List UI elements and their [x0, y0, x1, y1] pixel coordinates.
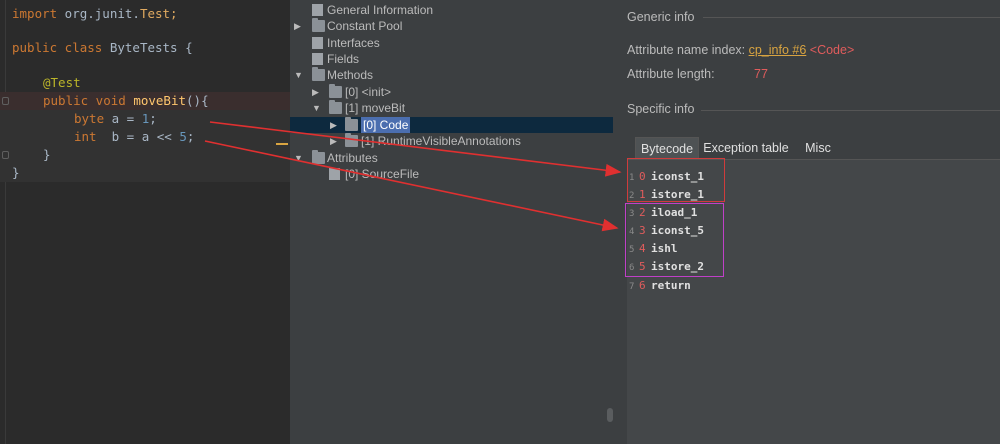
code-line-byte[interactable]: byte a = 1; [74, 110, 157, 128]
annotation-box-red [627, 158, 725, 202]
keyword: byte [74, 111, 105, 126]
specific-info-title: Specific info [627, 102, 695, 116]
collapse-arrow-icon[interactable]: ▼ [294, 150, 304, 166]
package-name: org.junit. [57, 6, 140, 21]
code-line-method[interactable]: public void moveBit(){ [43, 92, 209, 110]
number-literal: 5 [179, 129, 187, 144]
code-line-int[interactable]: int b = a << 5; [74, 128, 194, 146]
code-text: a = [104, 111, 142, 126]
folder-icon [329, 100, 342, 114]
folder-icon [345, 117, 358, 131]
attribute-name-ref: <Code> [809, 43, 855, 57]
method-parens: (){ [186, 93, 209, 108]
expand-arrow-icon[interactable]: ▶ [330, 117, 340, 133]
fold-marker-icon[interactable] [2, 151, 9, 159]
code-line-annotation[interactable]: @Test [43, 74, 81, 92]
expand-arrow-icon[interactable]: ▶ [312, 84, 322, 100]
tab-bytecode[interactable]: Bytecode [635, 137, 699, 159]
tree-node-general-information[interactable]: General Information [290, 2, 610, 18]
section-divider [701, 110, 1000, 111]
brace: } [43, 147, 51, 162]
generic-info-title: Generic info [627, 10, 695, 24]
method-name: moveBit [125, 93, 187, 108]
attribute-length-value: 77 [754, 67, 768, 81]
bytecode-line[interactable]: 7 6 return [629, 277, 691, 295]
file-icon [312, 37, 323, 49]
tree-node-methods[interactable]: ▼ Methods [290, 67, 610, 83]
tree-node-constant-pool[interactable]: ▶ Constant Pool [290, 18, 610, 34]
annotation-box-magenta [625, 203, 724, 277]
folder-icon [312, 18, 325, 32]
tree-node-label: Attributes [327, 151, 378, 165]
attribute-name-row: Attribute name index: cp_info #6 <Code> [627, 43, 854, 57]
folder-icon [312, 67, 325, 81]
editor-gutter [5, 0, 6, 444]
keyword: int [74, 129, 97, 144]
cp-info-link[interactable]: cp_info #6 [749, 43, 807, 57]
opcode: return [651, 279, 691, 292]
tree-node-label: Methods [327, 68, 374, 82]
code-editor[interactable]: import org.junit.Test; public class Byte… [0, 0, 290, 444]
attribute-length-label: Attribute length: [627, 67, 715, 81]
tree-node-label: [0] SourceFile [345, 167, 420, 181]
tree-node-runtime-visible-annotations[interactable]: ▶ [1] RuntimeVisibleAnnotations [290, 133, 610, 149]
expand-arrow-icon[interactable]: ▶ [294, 18, 304, 34]
tree-node-fields[interactable]: Fields [290, 51, 610, 67]
keyword: import [12, 6, 58, 21]
section-divider [703, 17, 1000, 18]
file-icon [312, 53, 323, 65]
file-icon [329, 168, 340, 180]
fold-marker-icon[interactable] [2, 97, 9, 105]
code-line-import[interactable]: import org.junit.Test; [12, 5, 178, 23]
tree-node-label: Constant Pool [327, 19, 403, 33]
info-panel: Generic info Attribute name index: cp_in… [613, 0, 1000, 444]
brace: } [12, 165, 20, 180]
code-text: b = a << [96, 129, 180, 144]
class-declaration: ByteTests { [102, 40, 193, 55]
keyword: public class [12, 40, 103, 55]
code-line-close-class[interactable]: } [12, 164, 20, 182]
tree-node-sourcefile[interactable]: [0] SourceFile [290, 166, 610, 182]
folder-icon [345, 133, 358, 147]
code-line-class[interactable]: public class ByteTests { [12, 39, 193, 57]
attribute-name-label: Attribute name index: [627, 43, 746, 57]
tree-node-label: Fields [327, 52, 360, 66]
tree-node-code[interactable]: ▶ [0] Code [290, 117, 610, 133]
tree-node-method-movebit[interactable]: ▼ [1] moveBit [290, 100, 610, 116]
file-icon [312, 4, 323, 16]
tree-node-label: [1] RuntimeVisibleAnnotations [361, 134, 521, 148]
collapse-arrow-icon[interactable]: ▼ [294, 67, 304, 83]
warning-mark [276, 143, 288, 145]
folder-icon [329, 84, 342, 98]
code-text: ; [186, 129, 195, 144]
tree-node-label: General Information [327, 3, 434, 17]
code-text: ; [149, 111, 157, 126]
tree-node-label: [1] moveBit [345, 101, 406, 115]
class-structure-tree[interactable]: General Information ▶ Constant Pool Inte… [290, 0, 613, 444]
tree-node-attributes[interactable]: ▼ Attributes [290, 150, 610, 166]
tab-exception-table[interactable]: Exception table [699, 137, 793, 159]
collapse-arrow-icon[interactable]: ▼ [312, 100, 322, 116]
keyword: public void [43, 93, 126, 108]
tree-node-interfaces[interactable]: Interfaces [290, 35, 610, 51]
tree-node-label: [0] <init> [345, 85, 392, 99]
method-body-highlight [0, 164, 290, 182]
tree-node-label: [0] Code [361, 117, 411, 133]
tree-node-method-init[interactable]: ▶ [0] <init> [290, 84, 610, 100]
expand-arrow-icon[interactable]: ▶ [330, 133, 340, 149]
code-line-close-method[interactable]: } [43, 146, 51, 164]
annotation: @Test [43, 75, 81, 90]
tab-misc[interactable]: Misc [795, 137, 841, 159]
class-ref: Test; [139, 6, 178, 21]
tree-node-label: Interfaces [327, 36, 380, 50]
line-number: 7 [629, 282, 635, 292]
bytecode-offset: 6 [639, 279, 646, 292]
folder-icon [312, 150, 325, 164]
